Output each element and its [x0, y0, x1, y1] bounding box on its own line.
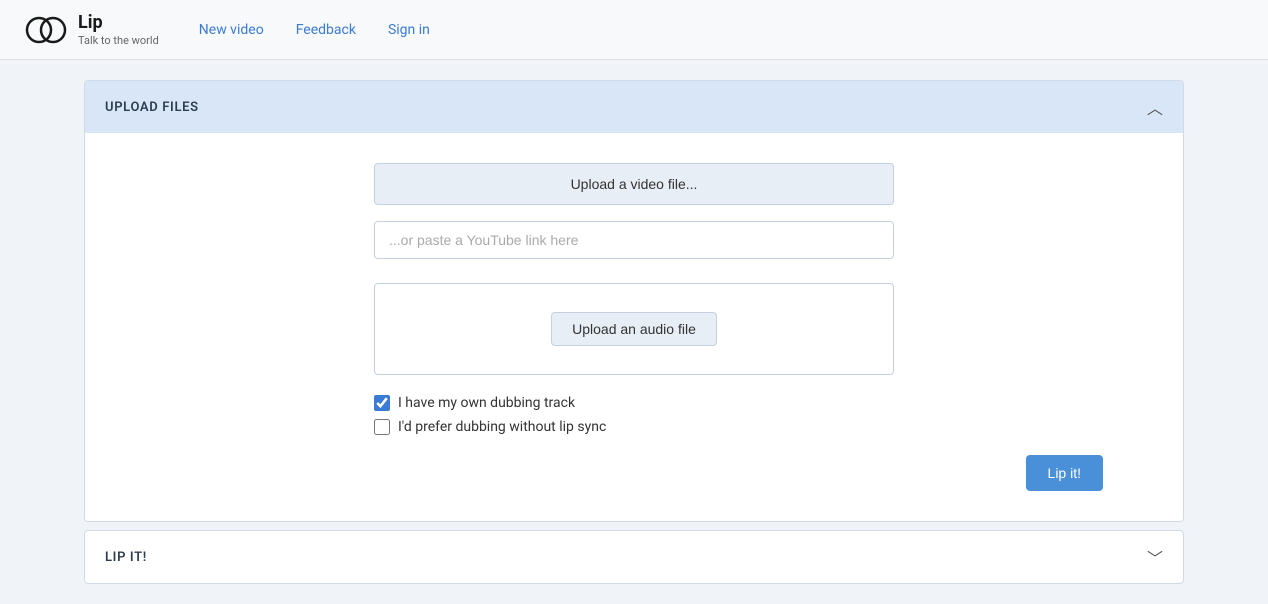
upload-video-button[interactable]: Upload a video file...	[374, 163, 894, 205]
lip-it-button[interactable]: Lip it!	[1026, 455, 1103, 491]
no-lip-sync-row[interactable]: I'd prefer dubbing without lip sync	[374, 419, 894, 435]
logo-icon	[24, 8, 68, 52]
logo-subtitle: Talk to the world	[78, 34, 159, 47]
own-dubbing-label: I have my own dubbing track	[398, 395, 575, 411]
upload-files-section: UPLOAD FILES ︿ Upload a video file... Up…	[84, 80, 1184, 522]
audio-upload-area: Upload an audio file	[374, 283, 894, 375]
upload-files-header[interactable]: UPLOAD FILES ︿	[85, 81, 1183, 133]
logo-text: Lip Talk to the world	[78, 12, 159, 47]
lip-it-section-title: LIP IT!	[105, 550, 147, 565]
no-lip-sync-label: I'd prefer dubbing without lip sync	[398, 419, 606, 435]
own-dubbing-row[interactable]: I have my own dubbing track	[374, 395, 894, 411]
logo-area: Lip Talk to the world	[24, 8, 159, 52]
youtube-link-input[interactable]	[374, 221, 894, 259]
nav-feedback[interactable]: Feedback	[288, 18, 364, 42]
chevron-down-icon: ﹀	[1147, 545, 1163, 569]
main-content: UPLOAD FILES ︿ Upload a video file... Up…	[64, 80, 1204, 584]
upload-files-body: Upload a video file... Upload an audio f…	[85, 133, 1183, 521]
upload-files-title: UPLOAD FILES	[105, 100, 199, 115]
header: Lip Talk to the world New video Feedback…	[0, 0, 1268, 60]
nav-sign-in[interactable]: Sign in	[380, 18, 438, 42]
upload-audio-button[interactable]: Upload an audio file	[551, 312, 717, 346]
no-lip-sync-checkbox[interactable]	[374, 419, 390, 435]
nav-new-video[interactable]: New video	[191, 18, 272, 42]
chevron-up-icon: ︿	[1147, 95, 1163, 119]
checkbox-area: I have my own dubbing track I'd prefer d…	[374, 395, 894, 435]
logo-title: Lip	[78, 12, 159, 34]
lip-it-section[interactable]: LIP IT! ﹀	[84, 530, 1184, 584]
own-dubbing-checkbox[interactable]	[374, 395, 390, 411]
lip-it-area: Lip it!	[105, 455, 1163, 491]
